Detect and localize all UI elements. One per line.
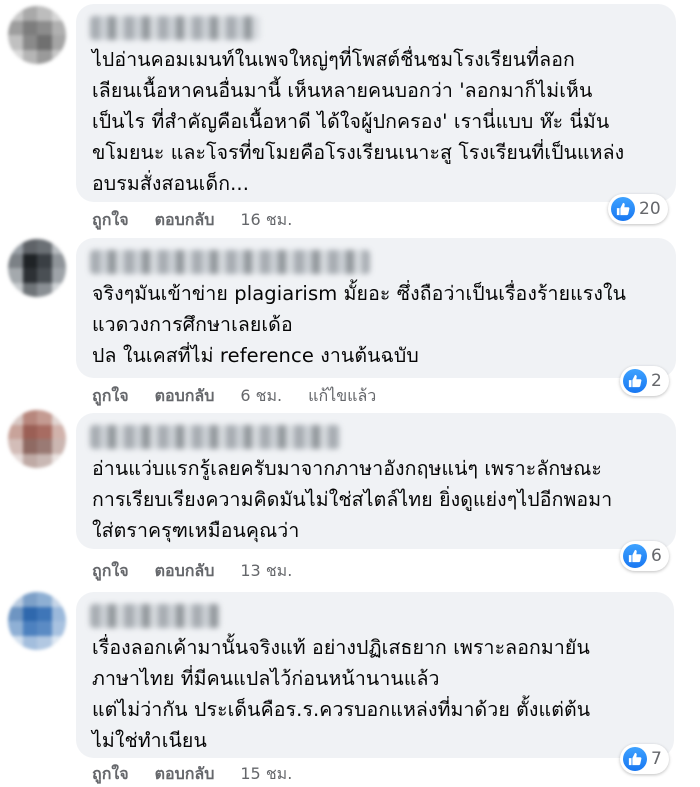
timestamp[interactable]: 16 ชม. — [240, 208, 292, 233]
reply-button[interactable]: ตอบกลับ — [155, 208, 215, 233]
avatar[interactable] — [8, 239, 66, 297]
comment-bubble: ไปอ่านคอมเมนท์ในเพจใหญ่ๆที่โพสต์ชื่นชมโร… — [76, 4, 676, 202]
thumbs-up-icon — [611, 197, 635, 221]
reaction-count-value: 2 — [651, 371, 662, 391]
like-button[interactable]: ถูกใจ — [92, 208, 129, 233]
commenter-name[interactable] — [90, 250, 370, 274]
reply-button[interactable]: ตอบกลับ — [155, 762, 215, 787]
reaction-count[interactable]: 6 — [620, 541, 669, 571]
avatar[interactable] — [8, 6, 66, 64]
comment-bubble: อ่านแว่บแรกรู้เลยครับมาจากภาษาอังกฤษแน่ๆ… — [76, 413, 676, 549]
reaction-count-value: 7 — [651, 749, 662, 769]
commenter-name[interactable] — [90, 425, 340, 449]
comment-actions: ถูกใจ ตอบกลับ 6 ชม. แก้ไขแล้ว — [92, 384, 376, 408]
reaction-count-value: 20 — [639, 199, 661, 219]
timestamp[interactable]: 6 ชม. — [240, 384, 282, 409]
reaction-count-value: 6 — [651, 546, 662, 566]
like-button[interactable]: ถูกใจ — [92, 384, 129, 409]
commenter-name[interactable] — [90, 604, 220, 628]
comment-text: ไปอ่านคอมเมนท์ในเพจใหญ่ๆที่โพสต์ชื่นชมโร… — [92, 48, 625, 195]
reaction-count[interactable]: 7 — [620, 744, 669, 774]
reply-button[interactable]: ตอบกลับ — [155, 384, 215, 409]
comment-bubble: จริงๆมันเข้าข่าย plagiarism มั้ยอะ ซึ่งถ… — [76, 238, 676, 378]
timestamp[interactable]: 13 ชม. — [240, 559, 292, 584]
comment-text: จริงๆมันเข้าข่าย plagiarism มั้ยอะ ซึ่งถ… — [92, 282, 627, 367]
reaction-count[interactable]: 2 — [620, 366, 669, 396]
like-button[interactable]: ถูกใจ — [92, 762, 129, 787]
comment-text: เรื่องลอกเค้ามานั้นจริงแท้ อย่างปฏิเสธยา… — [92, 636, 591, 752]
edited-label[interactable]: แก้ไขแล้ว — [308, 384, 376, 409]
reply-button[interactable]: ตอบกลับ — [155, 559, 215, 584]
like-button[interactable]: ถูกใจ — [92, 559, 129, 584]
comment-bubble: เรื่องลอกเค้ามานั้นจริงแท้ อย่างปฏิเสธยา… — [76, 592, 674, 758]
avatar[interactable] — [8, 592, 66, 650]
thumbs-up-icon — [623, 369, 647, 393]
comment-actions: ถูกใจ ตอบกลับ 15 ชม. — [92, 762, 318, 786]
comment-text: อ่านแว่บแรกรู้เลยครับมาจากภาษาอังกฤษแน่ๆ… — [92, 457, 613, 542]
reaction-count[interactable]: 20 — [608, 194, 668, 224]
commenter-name[interactable] — [90, 16, 260, 40]
timestamp[interactable]: 15 ชม. — [240, 762, 292, 787]
avatar[interactable] — [8, 410, 66, 468]
comment-actions: ถูกใจ ตอบกลับ 13 ชม. — [92, 559, 318, 583]
thumbs-up-icon — [623, 544, 647, 568]
comment-actions: ถูกใจ ตอบกลับ 16 ชม. — [92, 208, 318, 232]
thumbs-up-icon — [623, 747, 647, 771]
